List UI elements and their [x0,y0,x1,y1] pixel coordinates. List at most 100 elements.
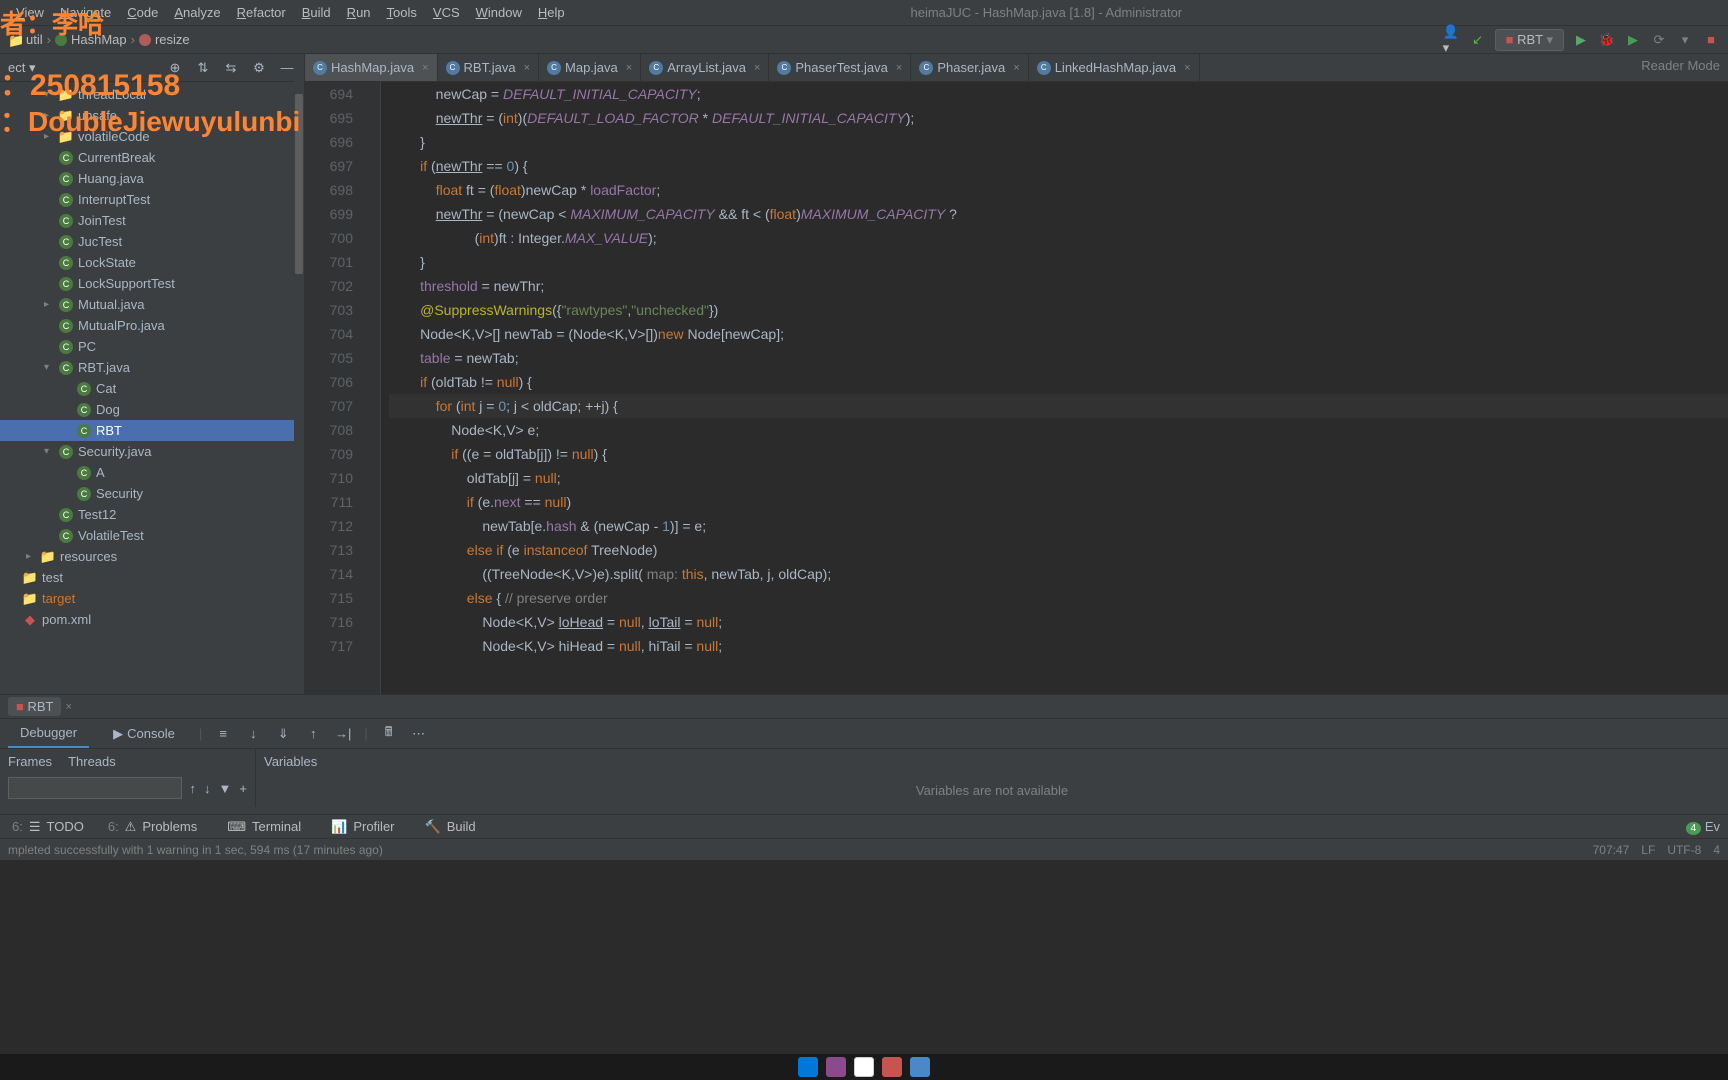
tree-item-dog[interactable]: CDog [0,399,304,420]
close-icon[interactable]: × [524,62,530,74]
console-tab[interactable]: ▶ Console [101,719,187,748]
prev-frame-icon[interactable]: ↑ [190,781,197,796]
editor-tab-arraylist-java[interactable]: CArrayList.java× [641,54,769,81]
event-badge[interactable]: 4 [1686,822,1702,835]
tree-item-pom-xml[interactable]: ◆pom.xml [0,609,304,630]
task-icon[interactable] [882,1057,902,1077]
task-icon[interactable] [798,1057,818,1077]
close-icon[interactable]: × [1184,62,1190,74]
debug-button[interactable]: 🐞 [1598,31,1616,49]
tree-item-lockstate[interactable]: CLockState [0,252,304,273]
tree-item-volatilecode[interactable]: ▸📁volatileCode [0,126,304,147]
line-number[interactable]: 700 [305,226,353,250]
code-line[interactable]: threshold = newThr; [389,274,1728,298]
close-icon[interactable]: × [422,62,428,74]
editor-tab-hashmap-java[interactable]: CHashMap.java× [305,54,438,81]
fold-gutter[interactable] [365,82,381,694]
code-line[interactable]: Node<K,V> hiHead = null, hiTail = null; [389,634,1728,658]
add-user-icon[interactable]: 👤▾ [1443,31,1461,49]
bottom-tab-todo[interactable]: 6:☰TODO [0,819,96,835]
code-line[interactable]: if (oldTab != null) { [389,370,1728,394]
line-number[interactable]: 698 [305,178,353,202]
tree-arrow-icon[interactable]: ▸ [26,551,40,562]
code-line[interactable]: Node<K,V> e; [389,418,1728,442]
code-line[interactable]: newThr = (int)(DEFAULT_LOAD_FACTOR * DEF… [389,106,1728,130]
tree-item-rbt[interactable]: CRBT [0,420,304,441]
bottom-tab-terminal[interactable]: ⌨Terminal [209,819,313,835]
line-number[interactable]: 703 [305,298,353,322]
breadcrumb-item[interactable]: HashMap [71,32,127,47]
step-out-icon[interactable]: ↑ [304,725,322,743]
tree-item-jointest[interactable]: CJoinTest [0,210,304,231]
code-line[interactable]: @SuppressWarnings({"rawtypes","unchecked… [389,298,1728,322]
code-line[interactable]: ((TreeNode<K,V>)e).split( map: this, new… [389,562,1728,586]
tree-item-security-java[interactable]: ▾CSecurity.java [0,441,304,462]
menu-refactor[interactable]: Refactor [229,5,294,20]
add-icon[interactable]: + [239,781,247,796]
file-encoding[interactable]: UTF-8 [1667,843,1701,857]
project-scrollbar[interactable] [294,54,304,694]
threads-tab[interactable]: Threads [68,754,116,769]
tree-item-test[interactable]: 📁test [0,567,304,588]
line-number[interactable]: 699 [305,202,353,226]
editor-tab-rbt-java[interactable]: CRBT.java× [438,54,539,81]
expand-icon[interactable]: ⇅ [194,59,212,77]
line-number[interactable]: 713 [305,538,353,562]
line-number[interactable]: 707 [305,394,353,418]
evaluate-icon[interactable]: 🖩 [380,725,398,743]
tree-arrow-icon[interactable]: ▾ [44,89,58,100]
line-number[interactable]: 697 [305,154,353,178]
line-number[interactable]: 711 [305,490,353,514]
menu-help[interactable]: Help [530,5,573,20]
code-line[interactable]: (int)ft : Integer.MAX_VALUE); [389,226,1728,250]
tree-item-mutual-java[interactable]: ▸CMutual.java [0,294,304,315]
tree-arrow-icon[interactable]: ▸ [44,299,58,310]
indent-info[interactable]: 4 [1713,843,1720,857]
code-line[interactable]: if ((e = oldTab[j]) != null) { [389,442,1728,466]
next-frame-icon[interactable]: ↓ [204,781,211,796]
tree-arrow-icon[interactable]: ▸ [44,131,58,142]
tree-item-interrupttest[interactable]: CInterruptTest [0,189,304,210]
code-area[interactable]: 6946956966976986997007017027037047057067… [305,82,1728,694]
filter-icon[interactable]: ▼ [219,781,232,796]
menu-code[interactable]: Code [119,5,166,20]
menu-run[interactable]: Run [339,5,379,20]
line-number[interactable]: 715 [305,586,353,610]
coverage-button[interactable]: ▶ [1624,31,1642,49]
line-number[interactable]: 716 [305,610,353,634]
code-line[interactable]: table = newTab; [389,346,1728,370]
tree-item-pc[interactable]: CPC [0,336,304,357]
frames-tab[interactable]: Frames [8,754,52,769]
line-number[interactable]: 695 [305,106,353,130]
tree-item-rbt-java[interactable]: ▾CRBT.java [0,357,304,378]
bottom-tab-build[interactable]: 🔨Build [407,819,488,835]
close-icon[interactable]: × [896,62,902,74]
tree-item-currentbreak[interactable]: CCurrentBreak [0,147,304,168]
editor-tab-linkedhashmap-java[interactable]: CLinkedHashMap.java× [1029,54,1200,81]
tree-item-unsafe[interactable]: ▸📁unsafe [0,105,304,126]
code-line[interactable]: else { // preserve order [389,586,1728,610]
menu-analyze[interactable]: Analyze [166,5,228,20]
tree-arrow-icon[interactable]: ▸ [44,110,58,121]
step-over-icon[interactable]: ≡ [214,725,232,743]
code-line[interactable]: } [389,130,1728,154]
force-step-icon[interactable]: ⇓ [274,725,292,743]
tree-item-threadlocal[interactable]: ▾📁threadLocal [0,84,304,105]
tree-item-volatiletest[interactable]: CVolatileTest [0,525,304,546]
run-to-cursor-icon[interactable]: →| [334,725,352,743]
run-button[interactable]: ▶ [1572,31,1590,49]
tree-item-cat[interactable]: CCat [0,378,304,399]
tree-item-locksupporttest[interactable]: CLockSupportTest [0,273,304,294]
line-number[interactable]: 694 [305,82,353,106]
code-line[interactable]: } [389,250,1728,274]
close-icon[interactable]: × [626,62,632,74]
line-number[interactable]: 701 [305,250,353,274]
bottom-tab-profiler[interactable]: 📊Profiler [313,819,406,835]
code-content[interactable]: newCap = DEFAULT_INITIAL_CAPACITY; newTh… [381,82,1728,694]
attach-button[interactable]: ▾ [1676,31,1694,49]
close-icon[interactable]: × [754,62,760,74]
line-number[interactable]: 710 [305,466,353,490]
tree-arrow-icon[interactable]: ▾ [44,362,58,373]
settings-icon[interactable]: ⚙ [250,59,268,77]
line-number[interactable]: 705 [305,346,353,370]
